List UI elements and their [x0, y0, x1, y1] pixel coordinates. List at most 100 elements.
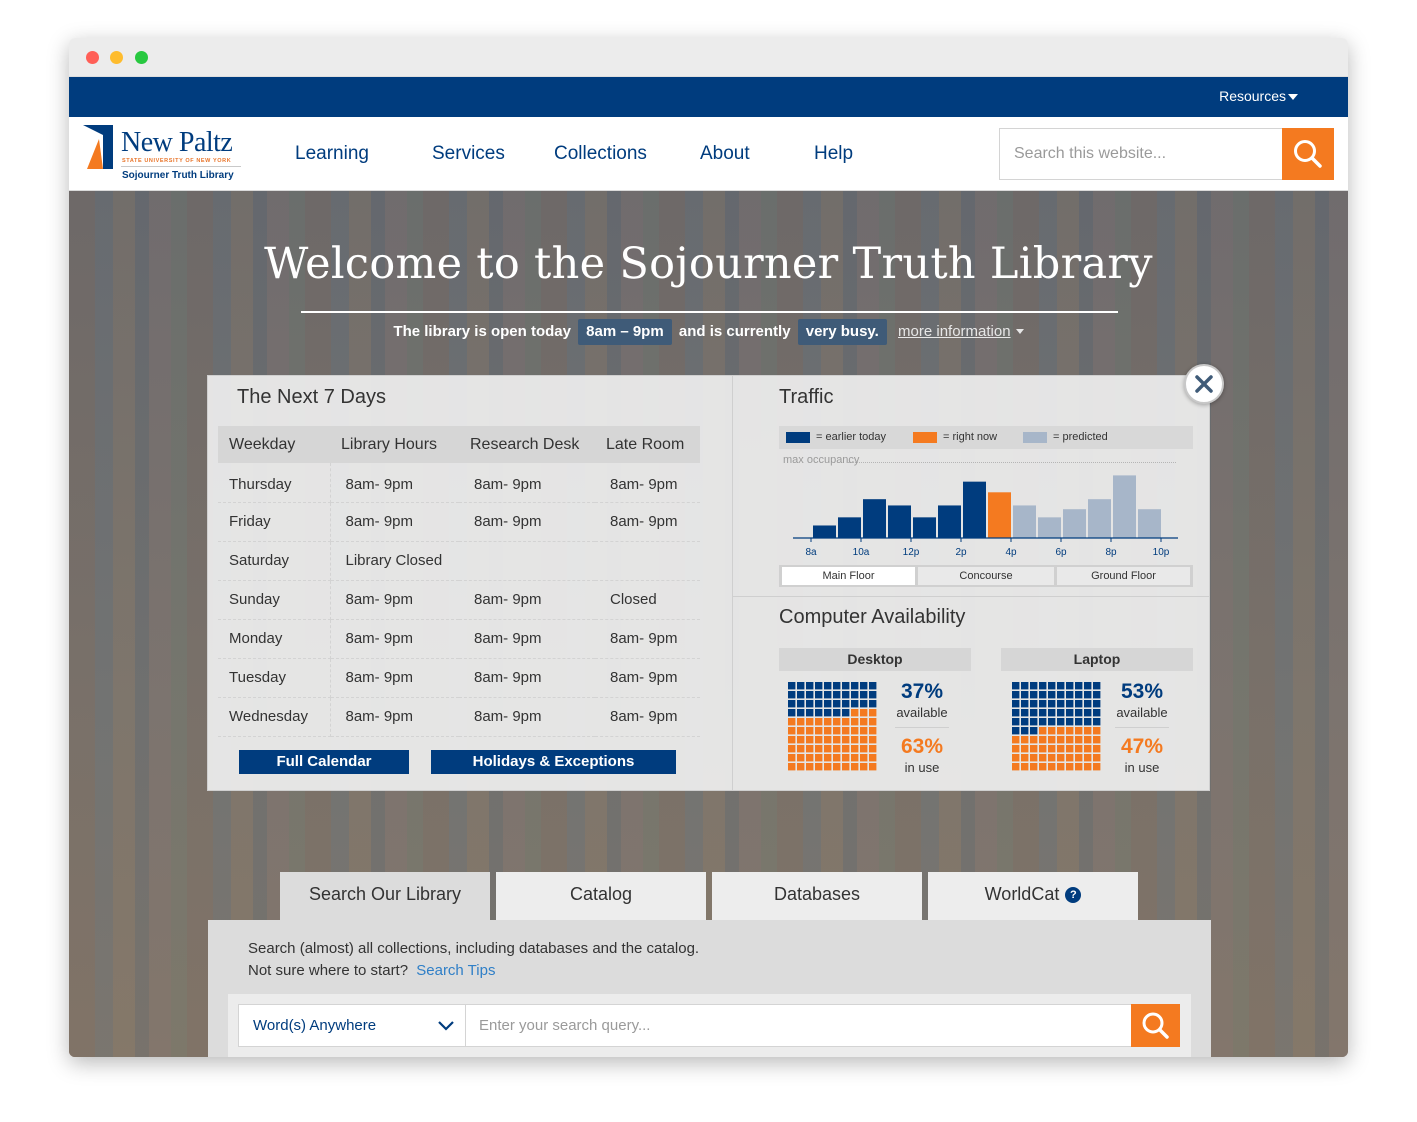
waffle-cell — [1057, 745, 1065, 753]
caret-down-icon[interactable] — [1015, 329, 1024, 334]
waffle-cell — [833, 709, 841, 717]
traffic-bar — [938, 505, 961, 538]
table-cell: Library Closed — [330, 541, 459, 581]
traffic-tick-label: 12p — [903, 547, 920, 558]
waffle-cell — [1093, 763, 1101, 771]
busy-status-badge: very busy. — [797, 319, 887, 345]
waffle-cell — [842, 691, 850, 699]
waffle-cell — [1021, 736, 1029, 744]
search-row: Word(s) Anywhere — [228, 994, 1191, 1057]
waffle-cell — [815, 754, 823, 762]
resources-menu[interactable]: Resources — [1219, 88, 1286, 104]
laptop-inuse-label: in use — [1124, 760, 1160, 775]
close-window-button[interactable] — [86, 51, 99, 64]
nav-learning[interactable]: Learning — [295, 143, 369, 165]
library-status: The library is open today 8am – 9pm and … — [69, 319, 1348, 345]
table-cell: 8am- 9pm — [595, 619, 700, 659]
desktop-available-label: available — [896, 705, 948, 720]
weekday-cell: Sunday — [218, 580, 331, 620]
nav-collections[interactable]: Collections — [554, 143, 647, 165]
traffic-tick-label: 10a — [853, 547, 870, 558]
waffle-cell — [851, 691, 859, 699]
holidays-exceptions-button[interactable]: Holidays & Exceptions — [431, 750, 676, 774]
waffle-cell — [1093, 736, 1101, 744]
waffle-cell — [1075, 736, 1083, 744]
waffle-cell — [1084, 745, 1092, 753]
site-search-button[interactable] — [1282, 128, 1334, 180]
laptop-divider — [1115, 727, 1169, 728]
traffic-tick-label: 8a — [805, 547, 817, 558]
help-icon[interactable]: ? — [1065, 887, 1082, 903]
waffle-cell — [1048, 682, 1056, 690]
waffle-cell — [851, 709, 859, 717]
table-cell: Closed — [595, 580, 700, 620]
waffle-cell — [842, 718, 850, 726]
waffle-cell — [1084, 700, 1092, 708]
waffle-cell — [788, 709, 796, 717]
waffle-cell — [1075, 691, 1083, 699]
waffle-cell — [833, 691, 841, 699]
table-cell: 8am- 9pm — [459, 658, 595, 698]
search-scope-select[interactable]: Word(s) Anywhere — [238, 1004, 466, 1047]
waffle-cell — [1093, 691, 1101, 699]
column-header: Weekday — [218, 426, 330, 463]
waffle-cell — [815, 709, 823, 717]
tab-worldcat[interactable]: WorldCat? — [928, 872, 1138, 920]
tab-main-floor[interactable]: Main Floor — [782, 567, 915, 585]
tab-catalog[interactable]: Catalog — [496, 872, 706, 920]
waffle-cell — [1093, 709, 1101, 717]
computer-availability-title: Computer Availability — [779, 606, 966, 628]
tab-databases[interactable]: Databases — [712, 872, 922, 920]
table-cell: 8am- 9pm — [330, 697, 459, 737]
search-icon — [1142, 1012, 1169, 1039]
waffle-cell — [1030, 682, 1038, 690]
waffle-cell — [869, 727, 877, 735]
close-panel-button[interactable] — [1184, 364, 1224, 404]
waffle-cell — [1012, 691, 1020, 699]
tab-concourse[interactable]: Concourse — [918, 567, 1054, 585]
panel-divider — [732, 376, 733, 790]
full-calendar-button[interactable]: Full Calendar — [239, 750, 409, 774]
desktop-divider — [895, 727, 949, 728]
waffle-cell — [869, 700, 877, 708]
table-cell — [459, 541, 595, 581]
waffle-cell — [815, 745, 823, 753]
waffle-cell — [869, 691, 877, 699]
waffle-cell — [806, 754, 814, 762]
waffle-cell — [860, 700, 868, 708]
tab-ground-floor[interactable]: Ground Floor — [1057, 567, 1190, 585]
site-header: New Paltz STATE UNIVERSITY OF NEW YORK S… — [69, 117, 1348, 191]
waffle-cell — [806, 736, 814, 744]
waffle-cell — [1048, 691, 1056, 699]
waffle-cell — [824, 727, 832, 735]
table-cell: 8am- 9pm — [459, 697, 595, 737]
new-paltz-logo[interactable]: New Paltz STATE UNIVERSITY OF NEW YORK S… — [83, 125, 243, 187]
waffle-cell — [860, 709, 868, 717]
nav-about[interactable]: About — [700, 143, 750, 165]
table-cell: 8am- 9pm — [595, 697, 700, 737]
caret-down-icon[interactable] — [1288, 94, 1298, 100]
waffle-cell — [1021, 691, 1029, 699]
waffle-cell — [1021, 745, 1029, 753]
table-cell: 8am- 9pm — [595, 502, 700, 542]
waffle-cell — [1012, 709, 1020, 717]
more-information-link[interactable]: more information — [898, 323, 1011, 340]
nav-help[interactable]: Help — [814, 143, 853, 165]
minimize-window-button[interactable] — [110, 51, 123, 64]
waffle-cell — [1075, 682, 1083, 690]
waffle-cell — [1039, 709, 1047, 717]
search-query-input[interactable] — [466, 1004, 1132, 1047]
waffle-cell — [1075, 754, 1083, 762]
waffle-cell — [1012, 736, 1020, 744]
table-row: Saturday Library Closed — [218, 541, 700, 581]
table-cell: 8am- 9pm — [330, 658, 459, 698]
library-search-button[interactable] — [1131, 1004, 1180, 1047]
tab-search-our-library[interactable]: Search Our Library — [280, 872, 490, 921]
nav-services[interactable]: Services — [432, 143, 505, 165]
search-tips-link[interactable]: Search Tips — [416, 962, 495, 979]
waffle-cell — [1012, 763, 1020, 771]
maximize-window-button[interactable] — [135, 51, 148, 64]
waffle-cell — [797, 718, 805, 726]
waffle-cell — [1057, 700, 1065, 708]
site-search-input[interactable] — [1000, 129, 1282, 179]
